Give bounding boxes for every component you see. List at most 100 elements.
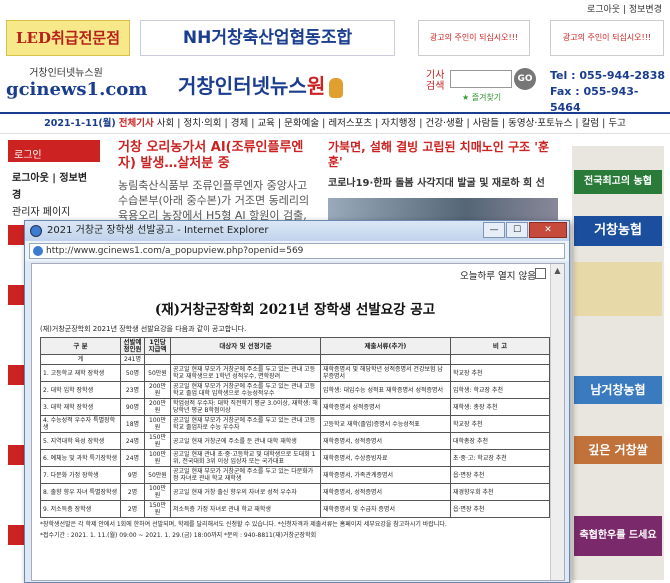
table-cell: 읍·면장 추천 [450,500,550,518]
table-cell: 계 [40,354,121,365]
ie-icon [30,225,42,237]
led-shop-ad[interactable]: LED취급전문점 [6,20,130,56]
maximize-button[interactable]: ☐ [506,222,528,238]
info-edit-link[interactable]: 정보변경 [629,5,662,15]
table-cell: 저소득층 가정 자녀로 관내 학교 재학생 [170,500,321,518]
table-cell: 학교장 추천 [450,415,550,433]
popup-url: http://www.gcinews1.com/a_popupview.php?… [46,246,304,256]
table-cell: 7. 다문화 가정 장학생 [40,466,121,484]
logout-info-link[interactable]: 로그아웃 | 정보변 [8,168,100,185]
table-cell: 100만원 [144,415,171,433]
notice-footnote-1: *장학생선발은 각 학제 안에서 1회에 한하여 선발되며, 학제를 달리해서도… [40,521,447,528]
nh-livestock-coop-ad[interactable]: NH거창축산업협동조합 [140,20,395,56]
table-cell: 재학증명서, 가족관계증명서 [320,466,451,484]
table-cell: 50만원 [144,466,171,484]
table-cell: 재학증명서, 성적증명서 [320,432,451,450]
second-article[interactable]: 가북면, 설해 결빙 고립된 치매노인 구조 '훈훈' 코로나19·한파 돌봄 … [328,140,558,189]
table-cell: 100만원 [144,449,171,467]
current-date: 2021-1-11(월) [44,118,116,129]
table-cell: 24명 [120,449,145,467]
table-row: 2. 대학 입학 장학생 23명 200만원 공고일 현재 부모가 거창군에 주소를 … [40,381,550,399]
table-cell: 24명 [120,432,145,450]
table-cell: 2명 [120,500,145,518]
table-row: 7. 다문화 가정 장학생 9명 50만원 공고일 현재 부모가 거창군에 주소를 두… [40,466,550,484]
logout-link[interactable]: 로그아웃 [587,5,620,15]
logout-info-link-cont[interactable]: 경 [8,185,100,202]
tel-number: Tel : 055-944-2838 [550,69,666,82]
top-user-bar: 로그아웃 | 정보변경 [0,0,670,16]
table-cell: 재학증명서, 수상증빙자료 [320,449,451,467]
table-cell: 공고일 현재 부모가 거창군에 주소를 두고 있는 관내 고등학교 졸업 대학 … [170,381,321,399]
table-row: 3. 대학 재학 장학생 90명 200만원 학업성적 우수자: 대학 직전학기 평균… [40,398,550,416]
nonghyup-banner[interactable]: 전국최고의 농협 [574,170,662,194]
notice-footnote-2: *접수기간 : 2021. 1. 11.(월) 09:00 ~ 2021. 1.… [40,532,317,539]
table-cell: 241명 [120,354,145,365]
ad-slot-1[interactable]: 광고의 주인이 되십시오!!! [418,20,530,56]
col-category: 구 분 [40,337,121,355]
favorite-link[interactable]: ★ 즐겨찾기 [462,92,501,103]
table-cell: 9. 저소득층 장학생 [40,500,121,518]
table-cell: 읍·면장 추천 [450,466,550,484]
nav-categories[interactable]: 사회 | 정치·의회 | 경제 | 교육 | 문화예술 | 레저스포츠 | 자치… [157,118,626,129]
table-cell: 150만원 [144,432,171,450]
search-input[interactable] [450,70,512,88]
hanwoo-banner[interactable]: 축협한우를 드세요 [574,516,662,556]
notice-title: (재)거창군장학회 2021년 장학생 선발요강 공고 [154,302,436,318]
table-cell: 200만원 [144,398,171,416]
contact-info: Tel : 055-944-2838 Fax : 055-943-5464 [550,68,666,116]
south-geochang-nonghyup-banner[interactable]: 남거창농협 [574,376,662,404]
popup-titlebar[interactable]: 2021 거창군 장학생 선발공고 - Internet Explorer — ☐… [25,221,569,241]
honey-product-banner[interactable] [574,262,662,316]
nav-all-articles[interactable]: 전체기사 [119,118,154,129]
table-cell: 6. 예체능 및 과학 특기장학생 [40,449,121,467]
table-cell: 공고일 현재 관내 초·중·고등학교 및 대학생으로 도대회 1위, 전국대회 … [170,449,321,467]
minimize-button[interactable]: — [483,222,505,238]
table-cell: 2. 대학 입학 장학생 [40,381,121,399]
site-logo-main[interactable]: 거창인터넷뉴스원 [178,70,344,99]
table-cell: 공고일 현재 부모가 거창군에 주소를 두고 있는 관내 고등학교 졸업자로 수… [170,415,321,433]
table-cell: 1. 고등학교 재학 장학생 [40,364,121,382]
table-cell [144,354,171,365]
second-article-subtitle[interactable]: 코로나19·한파 돌봄 사각지대 발굴 및 재로하 희 선 [328,174,558,189]
scholarship-popup-window[interactable]: 2021 거창군 장학생 선발공고 - Internet Explorer — ☐… [24,220,570,583]
table-cell: 학업성적 우수자: 대학 직전학기 평균 3.0이상, 재학생: 해당학년 평균… [170,398,321,416]
second-article-title[interactable]: 가북면, 설해 결빙 고립된 치매노인 구조 '훈훈' [328,140,558,170]
logo-small-domain: gcinews1.com [6,79,148,100]
table-cell: 공고일 현재 부모가 거창군에 주소를 두고 있는 관내 고등학교 재학생으로 … [170,364,321,382]
logo-won-text: 원 [306,74,326,98]
popup-content: 오늘하루 열지 않음 ▲ (재)거창군장학회 2021년 장학생 선발요강 공고… [31,263,565,581]
popup-window-title: 2021 거창군 장학생 선발공고 - Internet Explorer [47,225,269,236]
ad-slot-2[interactable]: 광고의 주인이 되십시오!!! [550,20,664,56]
popup-url-field[interactable]: http://www.gcinews1.com/a_popupview.php?… [29,243,565,259]
hide-today-checkbox[interactable] [535,268,546,279]
table-cell: 50만원 [144,364,171,382]
table-cell: 초·중·고: 학교장 추천 [450,449,550,467]
table-row: 4. 수능성적 우수자 특별장학생 18명 100만원 공고일 현재 부모가 거창군에… [40,415,550,433]
search-go-button[interactable]: GO [514,68,536,90]
geochang-nonghyup-banner[interactable]: 거창농협 [574,216,662,246]
table-cell: 재경향우회 추천 [450,483,550,501]
table-header-row: 구 분 선발예정인원 1인당 지급액 대상자 및 선정기준 제출서류(추가) 비… [40,337,550,355]
table-cell: 8. 출향 향우 자녀 특별장학생 [40,483,121,501]
table-cell: 재학증명서 및 해당학년 성적증명서 건강보험 납부증명서 [320,364,451,382]
geochang-rice-banner[interactable]: 깊은 거창쌀 [574,436,662,464]
table-cell: 고등학교 재학(졸업)증명서 수능성적표 [320,415,451,433]
close-button[interactable]: ✕ [529,222,567,238]
table-cell: 재학증명서 성적증명서 [320,398,451,416]
popup-scrollbar[interactable]: ▲ [550,264,564,580]
table-cell: 4. 수능성적 우수자 특별장학생 [40,415,121,433]
col-note: 비 고 [450,337,550,355]
table-cell: 대학총장 추천 [450,432,550,450]
table-cell: 재학증명서 및 수급자 증명서 [320,500,451,518]
table-cell: 23명 [120,381,145,399]
favorite-label: 즐겨찾기 [471,93,502,102]
table-cell: 3. 대학 재학 장학생 [40,398,121,416]
table-cell: 9명 [120,466,145,484]
table-cell: 100만원 [144,483,171,501]
ie-page-icon [33,246,43,256]
scroll-up-icon[interactable]: ▲ [551,264,564,278]
headline-title[interactable]: 거창 오리농가서 AI(조류인플루엔자) 발생…살처분 중 [118,140,318,172]
table-cell: 공고일 현재 거창 출신 향우의 자녀로 성적 우수자 [170,483,321,501]
site-logo-small[interactable]: 거창인터넷뉴스원 gcinews1.com [6,64,148,108]
admin-page-link[interactable]: 관리자 페이지 [8,202,100,219]
